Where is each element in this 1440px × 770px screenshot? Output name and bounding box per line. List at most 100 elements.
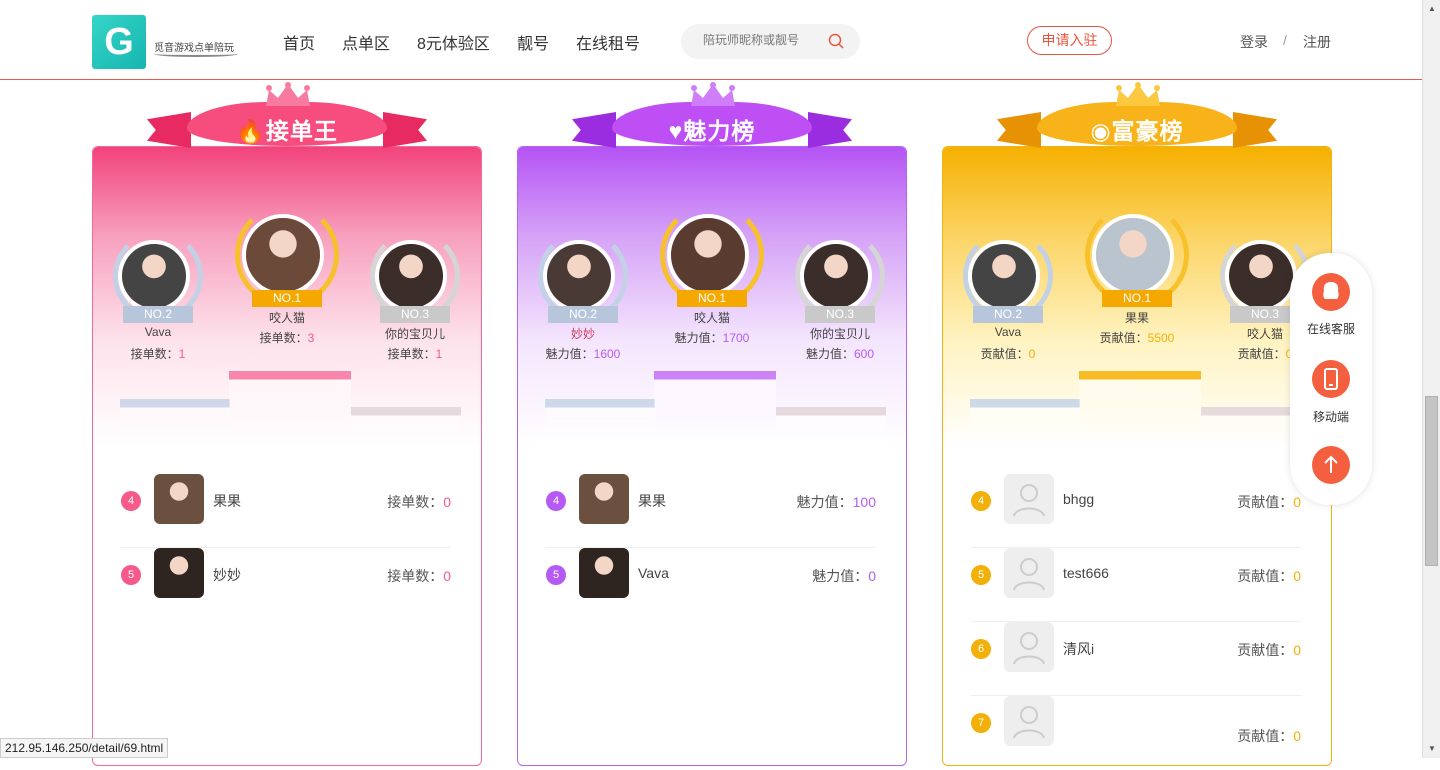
podium-name[interactable]: 你的宝贝儿 (355, 325, 475, 342)
board-title: 魅力榜 (683, 118, 756, 144)
top-header: G 觅音游戏点单陪玩 首页 点单区 8元体验区 靓号 在线租号 申请入驻 登录 … (0, 0, 1422, 80)
login-link[interactable]: 登录 (1240, 32, 1268, 52)
list-item[interactable]: 4 果果 接单数：0 (121, 474, 451, 548)
rank-badge: NO.3 (805, 306, 875, 323)
avatar[interactable] (1004, 696, 1054, 746)
nav-pretty-number[interactable]: 靓号 (517, 30, 549, 54)
scroll-up-arrow-icon[interactable]: ▲ (1428, 4, 1436, 13)
avatar[interactable] (1004, 474, 1054, 524)
list-stat: 接单数：0 (387, 568, 451, 584)
rank-number: 5 (971, 565, 991, 585)
podium-step (970, 399, 1080, 439)
ribbon-wing-right (383, 112, 427, 148)
avatar[interactable] (1004, 622, 1054, 672)
podium-name[interactable]: Vava (98, 325, 218, 339)
list-stat: 魅力值：100 (796, 494, 876, 510)
rank-number: 4 (546, 491, 566, 511)
podium-name[interactable]: Vava (948, 325, 1068, 339)
search-input[interactable] (703, 33, 823, 47)
arrow-up-icon[interactable] (1312, 446, 1350, 484)
podium-stat: 接单数：1 (387, 347, 443, 361)
list-item[interactable]: 4 bhgg 贡献值：0 (971, 474, 1301, 548)
avatar[interactable] (118, 240, 190, 312)
list-item[interactable]: 5 Vava 魅力值：0 (546, 548, 876, 622)
rank-number: 5 (121, 565, 141, 585)
heart-icon: ♥ (668, 118, 684, 144)
mobile-label[interactable]: 移动端 (1290, 408, 1372, 425)
list-item[interactable]: 6 清风i 贡献值：0 (971, 622, 1301, 696)
avatar[interactable] (375, 240, 447, 312)
podium-step (654, 371, 776, 439)
rank-badge: NO.2 (973, 306, 1043, 323)
ribbon-wing-right (1233, 112, 1277, 148)
nav-home[interactable]: 首页 (283, 30, 315, 54)
nav-trial[interactable]: 8元体验区 (417, 30, 490, 54)
board-title: 富豪榜 (1111, 118, 1184, 144)
chat-bubble-icon[interactable] (1312, 273, 1350, 311)
list-name[interactable]: bhgg (1063, 491, 1094, 507)
podium-stat: 魅力值：1700 (674, 331, 750, 345)
avatar[interactable] (154, 548, 204, 598)
list-stat: 魅力值：0 (812, 568, 876, 584)
scroll-down-arrow-icon[interactable]: ▼ (1428, 744, 1436, 753)
flame-icon: 🔥 (236, 118, 266, 144)
ribbon-title: 🔥接单王 (187, 112, 387, 146)
list-item[interactable]: 4 果果 魅力值：100 (546, 474, 876, 548)
crown-icon (1116, 82, 1160, 106)
logo-swoosh (154, 51, 238, 57)
register-link[interactable]: 注册 (1303, 32, 1331, 52)
site-logo[interactable]: G 觅音游戏点单陪玩 (92, 15, 242, 69)
apply-button[interactable]: 申请入驻 (1027, 26, 1112, 55)
avatar[interactable] (242, 214, 324, 296)
board-title: 接单王 (265, 118, 338, 144)
list-stat: 贡献值：0 (1237, 642, 1301, 658)
avatar[interactable] (154, 474, 204, 524)
logo-mark-icon: G (92, 15, 146, 69)
crown-icon (691, 82, 735, 106)
service-label[interactable]: 在线客服 (1290, 320, 1372, 337)
podium-step (120, 399, 230, 439)
ribbon-wing-right (808, 112, 852, 148)
podium-name[interactable]: 果果 (1077, 309, 1197, 326)
avatar[interactable] (1092, 214, 1174, 296)
avatar[interactable] (1225, 240, 1297, 312)
list-item[interactable]: 5 test666 贡献值：0 (971, 548, 1301, 622)
main-nav: 首页 点单区 8元体验区 靓号 在线租号 (283, 30, 640, 54)
page-scrollbar[interactable]: ▲ ▼ (1422, 0, 1440, 758)
avatar[interactable] (543, 240, 615, 312)
podium-stat: 魅力值：1600 (545, 347, 621, 361)
list-item[interactable]: 7 贡献值：0 (971, 696, 1301, 770)
avatar[interactable] (1004, 548, 1054, 598)
list-name[interactable]: Vava (638, 565, 669, 581)
list-stat: 接单数：0 (387, 494, 451, 510)
list-name[interactable]: 清风i (1063, 639, 1094, 659)
podium-name[interactable]: 咬人猫 (227, 309, 347, 326)
avatar[interactable] (667, 214, 749, 296)
mobile-phone-icon[interactable] (1312, 360, 1350, 398)
list-name[interactable]: 妙妙 (213, 565, 241, 585)
list-stat: 贡献值：0 (1237, 494, 1301, 510)
podium-name[interactable]: 妙妙 (523, 325, 643, 342)
coins-icon: ◉ (1090, 118, 1112, 144)
list-stat: 贡献值：0 (1237, 728, 1301, 744)
podium-stat: 贡献值：5500 (1099, 331, 1175, 345)
list-name[interactable]: 果果 (638, 491, 666, 511)
avatar[interactable] (800, 240, 872, 312)
list-name[interactable]: test666 (1063, 565, 1109, 581)
avatar[interactable] (579, 474, 629, 524)
scroll-thumb[interactable] (1425, 396, 1438, 566)
list-item[interactable]: 5 妙妙 接单数：0 (121, 548, 451, 622)
podium-name[interactable]: 你的宝贝儿 (780, 325, 900, 342)
avatar[interactable] (579, 548, 629, 598)
podium-name[interactable]: 咬人猫 (652, 309, 772, 326)
nav-order[interactable]: 点单区 (342, 30, 390, 54)
rank-number: 7 (971, 713, 991, 733)
rank-badge: NO.2 (123, 306, 193, 323)
rank-number: 4 (121, 491, 141, 511)
crown-icon (266, 82, 310, 106)
list-name[interactable]: 果果 (213, 491, 241, 511)
search-icon[interactable] (828, 33, 844, 49)
ribbon-wealth: ◉富豪榜 (997, 82, 1277, 164)
avatar[interactable] (968, 240, 1040, 312)
nav-rent-account[interactable]: 在线租号 (576, 30, 640, 54)
